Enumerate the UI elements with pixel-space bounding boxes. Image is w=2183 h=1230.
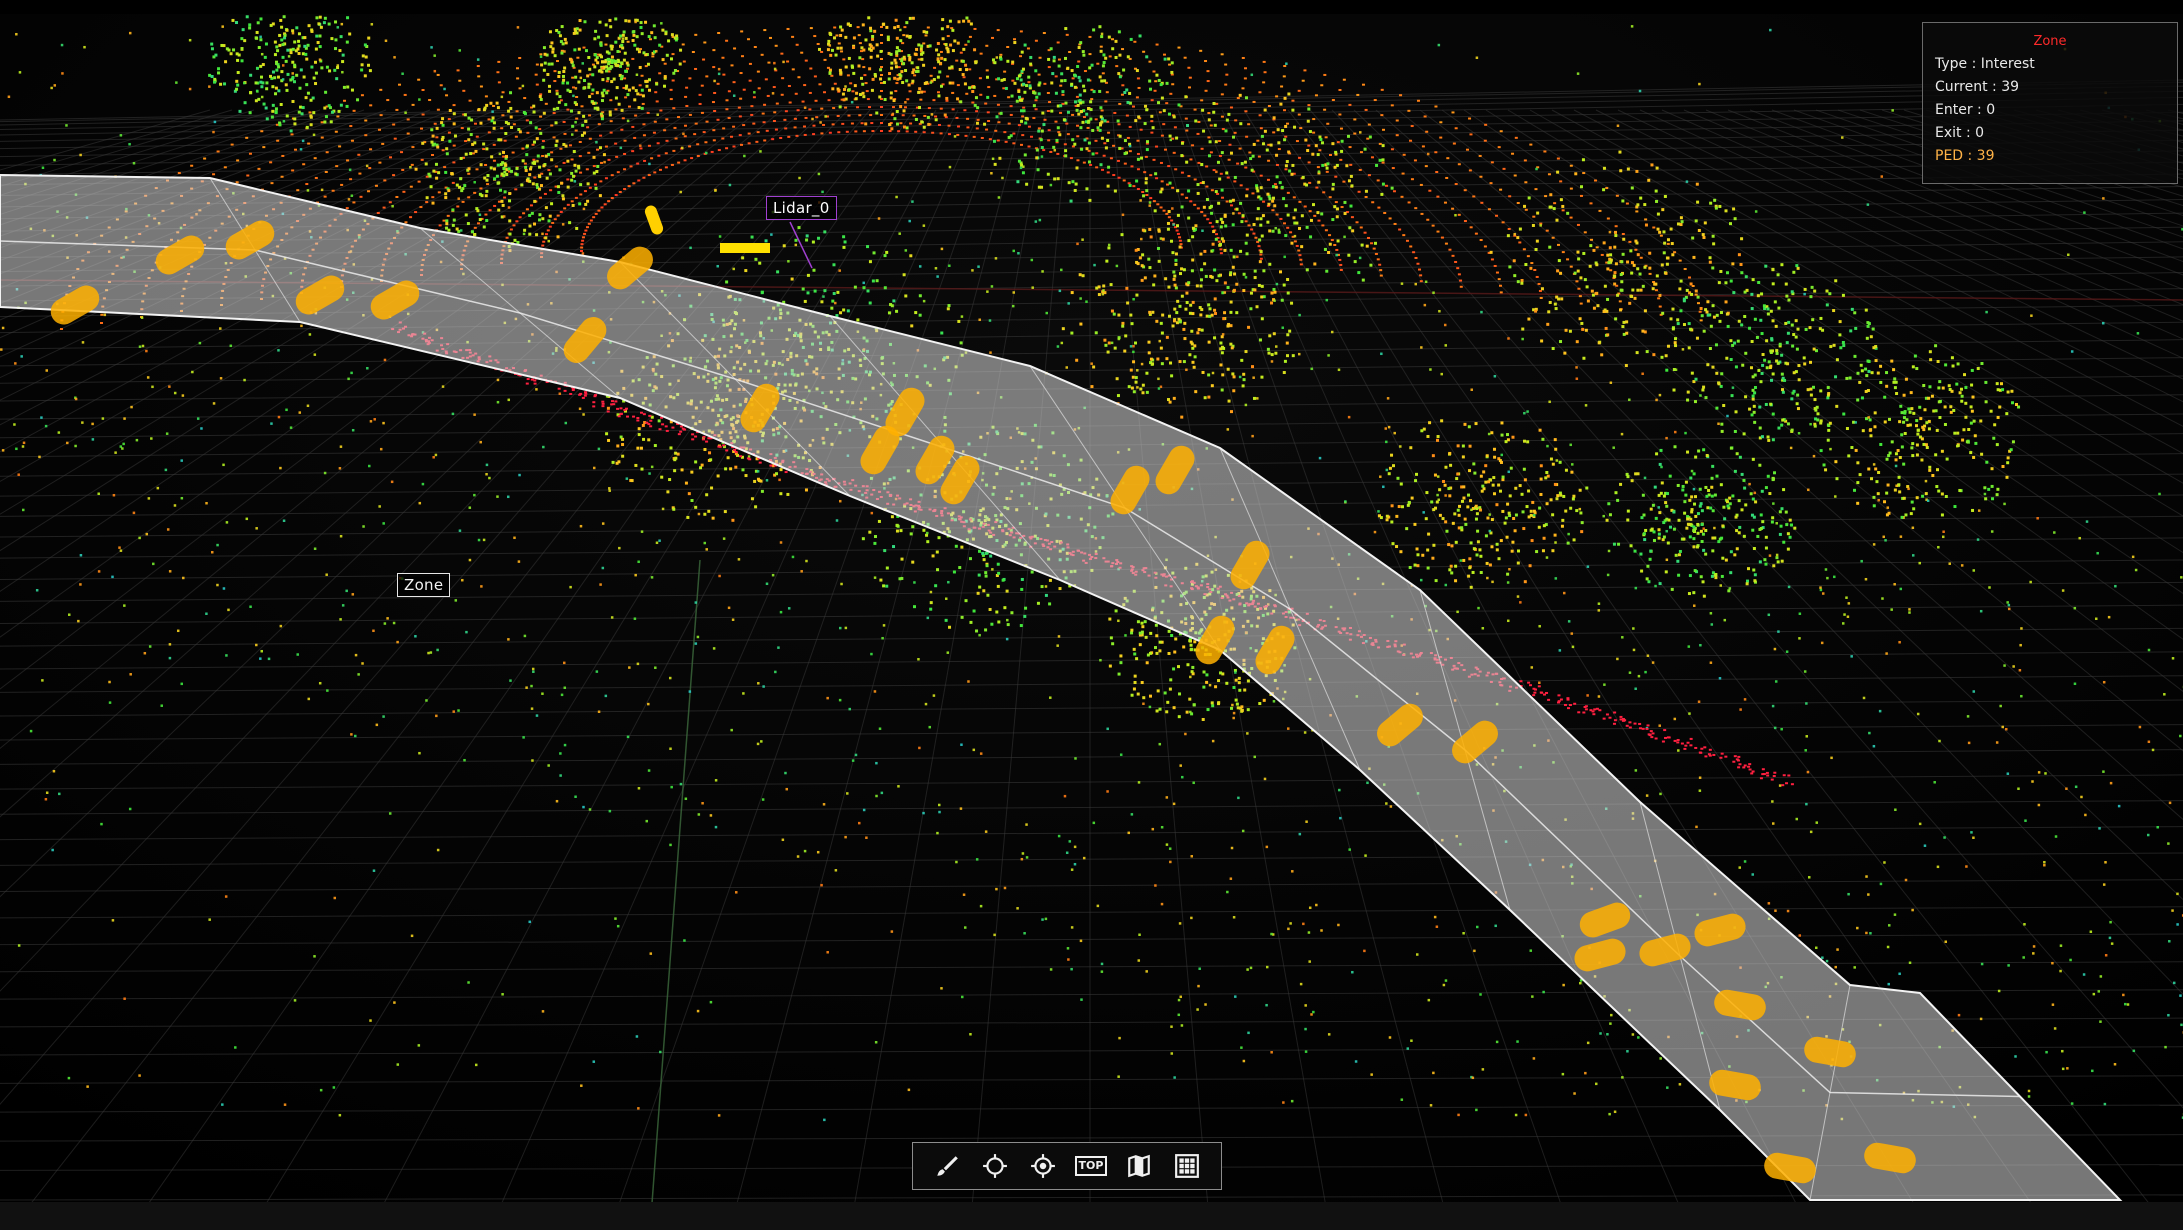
zone-enter-count: Enter : 0	[1935, 102, 1996, 118]
map-icon	[1128, 1154, 1150, 1178]
top-strip	[0, 0, 2183, 14]
target-icon	[1031, 1154, 1055, 1178]
zone-info-title: Zone	[2033, 34, 2067, 49]
brush-tool-button[interactable]	[930, 1149, 964, 1183]
zone-info-panel: Zone Type : Interest Current : 39 Enter …	[1922, 22, 2178, 184]
top-view-label: TOP	[1074, 1156, 1108, 1176]
top-view-button[interactable]: TOP	[1074, 1149, 1108, 1183]
map-tool-button[interactable]	[1122, 1149, 1156, 1183]
brush-icon	[937, 1156, 958, 1176]
grid-tool-button[interactable]	[1170, 1149, 1204, 1183]
crosshair-tool-button[interactable]	[978, 1149, 1012, 1183]
grid-icon	[1175, 1154, 1199, 1178]
view-toolbar: TOP	[912, 1142, 1222, 1190]
lidar-label[interactable]: Lidar_0	[766, 196, 837, 220]
target-tool-button[interactable]	[1026, 1149, 1060, 1183]
zone-current-count: Current : 39	[1935, 79, 2020, 95]
crosshair-icon	[983, 1154, 1007, 1178]
zone-label[interactable]: Zone	[397, 573, 451, 597]
point-cloud-scene[interactable]	[0, 0, 2183, 1230]
bottom-strip	[0, 1202, 2183, 1230]
lidar-3d-viewport[interactable]: Zone Lidar_0 Zone Type : Interest Curren…	[0, 0, 2183, 1230]
zone-ped-count: PED : 39	[1935, 148, 1995, 164]
zone-exit-count: Exit : 0	[1935, 125, 1985, 141]
zone-type: Type : Interest	[1935, 56, 2035, 72]
